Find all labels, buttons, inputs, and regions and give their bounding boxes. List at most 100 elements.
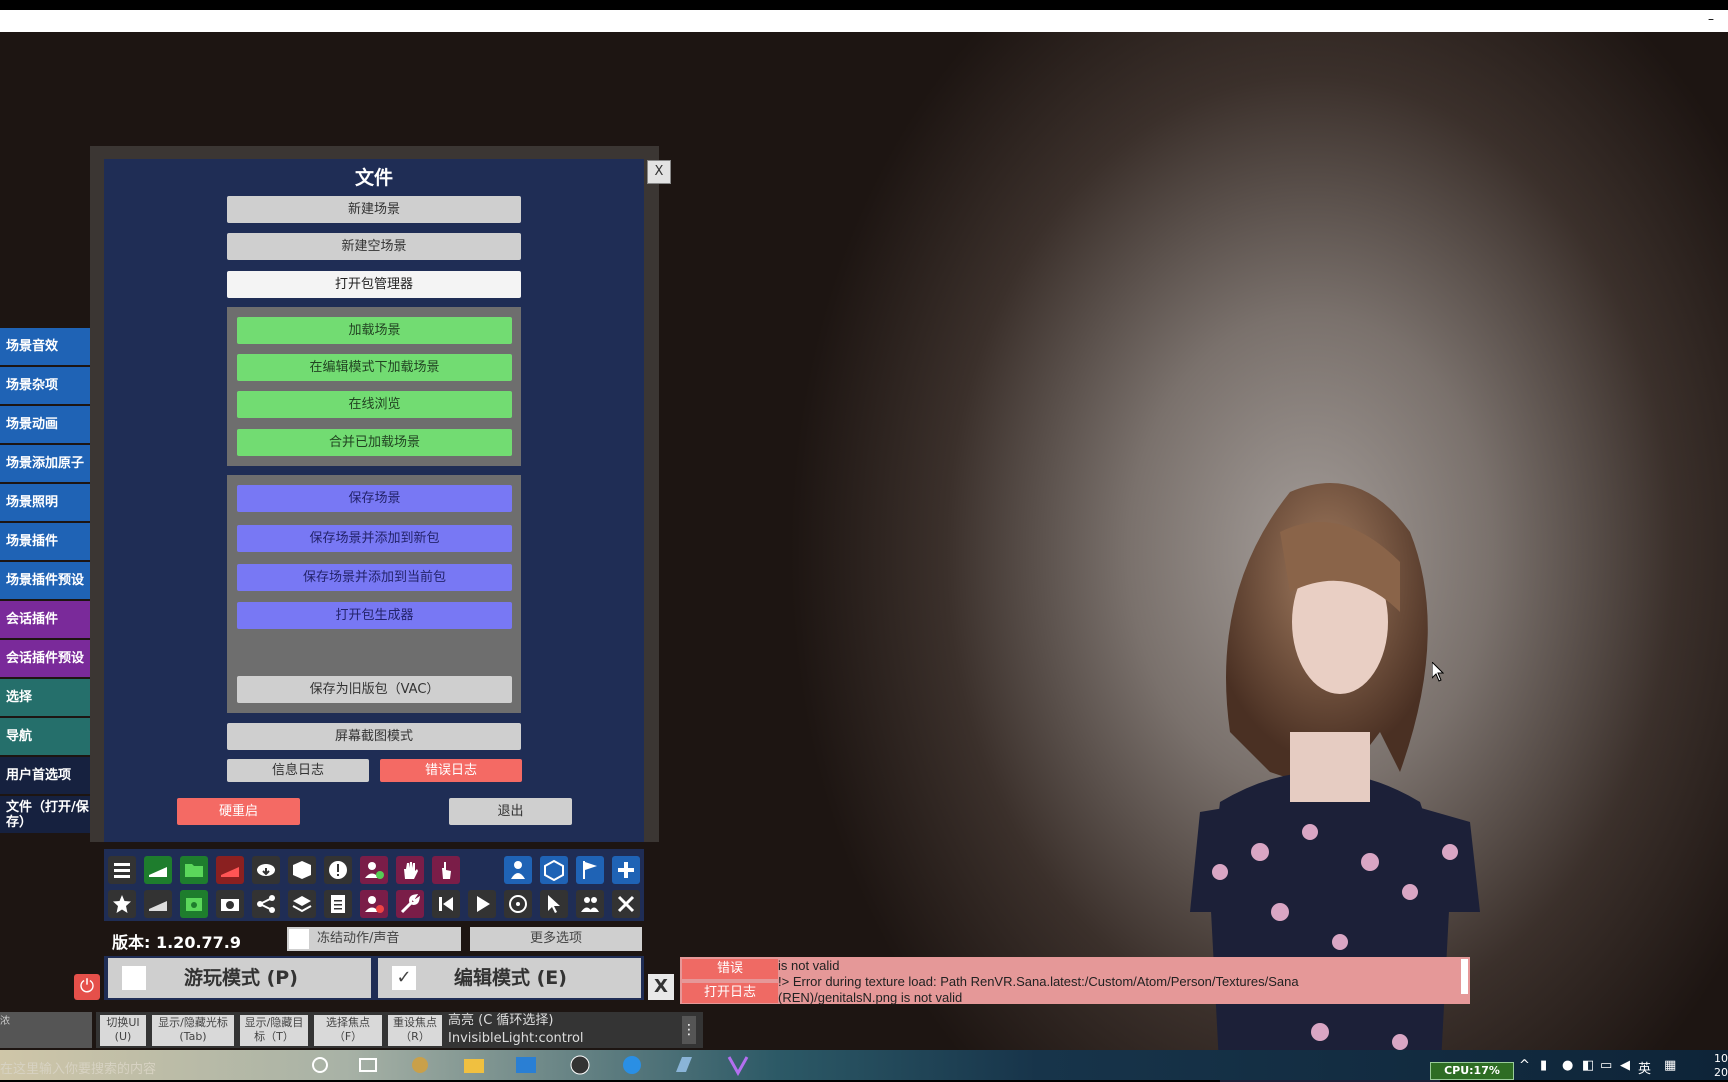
select-focus-button[interactable]: 选择焦点 （F） [314,1015,382,1046]
reset-focus-button[interactable]: 重设焦点 （R） [388,1015,442,1046]
tray-expand-icon[interactable]: ^ [1519,1058,1530,1073]
people-icon[interactable] [576,890,604,918]
new-empty-scene-button[interactable]: 新建空场景 [227,233,521,260]
open-package-builder-button[interactable]: 打开包生成器 [237,602,512,629]
microphone-icon[interactable]: ▮ [1540,1058,1547,1073]
menu-icon[interactable] [108,856,136,884]
scene-open-icon[interactable] [144,856,172,884]
freeze-checkbox[interactable] [289,929,309,949]
document-icon[interactable] [324,890,352,918]
side-item-scene-animation[interactable]: 场景动画 [0,406,100,443]
save-add-current-package-button[interactable]: 保存场景并添加到当前包 [237,564,512,591]
vam-icon[interactable] [726,1054,750,1076]
qq-icon[interactable]: ● [1562,1058,1573,1073]
skip-back-icon[interactable] [432,890,460,918]
exit-button[interactable]: 退出 [449,798,572,825]
tools-icon[interactable] [612,890,640,918]
toggle-cursor-button[interactable]: 显示/隐藏光标 (Tab) [152,1015,234,1046]
taskbar-search[interactable]: 在这里输入你要搜索的内容 [0,1058,156,1077]
clock-bottom[interactable]: 202 [1714,1066,1728,1079]
side-item-user-preferences[interactable]: 用户首选项 [0,757,100,794]
star-icon[interactable] [108,890,136,918]
alert-icon[interactable] [324,856,352,884]
chat-icon[interactable]: ◧ [1582,1058,1594,1073]
obs-icon[interactable] [568,1054,592,1076]
add-icon[interactable] [612,856,640,884]
side-item-scene-plugin-presets[interactable]: 场景插件预设 [0,562,100,599]
error-log-button[interactable]: 错误日志 [380,759,522,782]
app-icon-monkey[interactable] [408,1054,432,1076]
open-package-manager-button[interactable]: 打开包管理器 [227,271,521,298]
scene-tools-icon[interactable] [144,890,172,918]
volume-icon[interactable]: ◀ [1620,1058,1630,1073]
package-icon[interactable] [288,856,316,884]
select-pointer-icon[interactable] [540,890,568,918]
scene-save-icon[interactable] [216,856,244,884]
wrench-icon[interactable] [396,890,424,918]
task-view-icon[interactable] [356,1054,380,1076]
load-edit-mode-button[interactable]: 在编辑模式下加载场景 [237,354,512,381]
side-item-scene-audio[interactable]: 场景音效 [0,328,100,365]
edit-mode-toggle[interactable]: ✓ 编辑模式 (E) [378,958,641,998]
add-person-icon[interactable] [360,856,388,884]
play-mode-checkbox[interactable] [122,966,146,990]
side-item-scene-plugins[interactable]: 场景插件 [0,523,100,560]
open-log-button[interactable]: 打开日志 [682,983,778,1003]
minimize-button[interactable]: – [1708,12,1714,26]
toggle-target-button[interactable]: 显示/隐藏目 标（T） [240,1015,308,1046]
merge-load-button[interactable]: 合并已加载场景 [237,429,512,456]
side-item-session-plugin-presets[interactable]: 会话插件预设 [0,640,100,677]
freeze-motion-toggle[interactable]: 冻结动作/声音 [287,927,461,951]
load-scene-button[interactable]: 加载场景 [237,317,512,344]
left-stub: 浓 [0,1012,92,1048]
layers-icon[interactable] [288,890,316,918]
network-icon[interactable]: ▭ [1600,1058,1612,1073]
file-explorer-icon[interactable] [462,1054,486,1076]
more-options-button[interactable]: 更多选项 [470,927,642,951]
panel-close-button[interactable]: X [647,160,671,184]
play-icon[interactable] [468,890,496,918]
cortana-icon[interactable] [308,1054,332,1076]
unity-icon[interactable] [540,856,568,884]
info-log-button[interactable]: 信息日志 [227,759,369,782]
browse-online-button[interactable]: 在线浏览 [237,391,512,418]
remove-person-icon[interactable] [360,890,388,918]
mode-close-button[interactable]: X [648,974,674,1000]
target-icon[interactable] [504,890,532,918]
save-legacy-vac-button[interactable]: 保存为旧版包（VAC） [237,676,512,703]
new-scene-button[interactable]: 新建场景 [227,196,521,223]
side-item-file[interactable]: 文件（打开/保存） [0,796,100,833]
photos-icon[interactable] [514,1054,538,1076]
toggle-ui-button[interactable]: 切换UI (U) [100,1015,146,1046]
keyboard-icon[interactable]: ▦ [1664,1058,1676,1073]
side-item-scene-lighting[interactable]: 场景照明 [0,484,100,521]
hand-icon[interactable] [396,856,424,884]
power-icon[interactable]: ⏻ [74,974,100,1000]
save-add-new-package-button[interactable]: 保存场景并添加到新包 [237,525,512,552]
error-scrollbar[interactable] [1461,959,1468,994]
clock-top[interactable]: 10 [1714,1052,1728,1065]
hierarchy-icon[interactable] [252,890,280,918]
screenshot-mode-button[interactable]: 屏幕截图模式 [227,723,521,750]
version-label: 版本: 1.20.77.9 [112,933,242,952]
browser-icon[interactable] [620,1054,644,1076]
side-item-select[interactable]: 选择 [0,679,100,716]
folder-icon[interactable] [180,856,208,884]
scene-settings-icon[interactable] [180,890,208,918]
flag-icon[interactable] [576,856,604,884]
more-vert-icon[interactable]: ⋮ [682,1016,696,1044]
edit-mode-checkbox[interactable]: ✓ [392,966,416,990]
side-item-add-atom[interactable]: 场景添加原子 [0,445,100,482]
save-scene-button[interactable]: 保存场景 [237,485,512,512]
side-item-navigation[interactable]: 导航 [0,718,100,755]
camera-icon[interactable] [216,890,244,918]
side-item-session-plugins[interactable]: 会话插件 [0,601,100,638]
hard-reset-button[interactable]: 硬重启 [177,798,300,825]
person-icon[interactable] [504,856,532,884]
app-icon-book[interactable] [672,1054,696,1076]
side-item-scene-misc[interactable]: 场景杂项 [0,367,100,404]
ime-label[interactable]: 英 [1638,1058,1651,1077]
pointer-hand-icon[interactable] [432,856,460,884]
play-mode-toggle[interactable]: 游玩模式 (P) [108,958,371,998]
cloud-download-icon[interactable] [252,856,280,884]
